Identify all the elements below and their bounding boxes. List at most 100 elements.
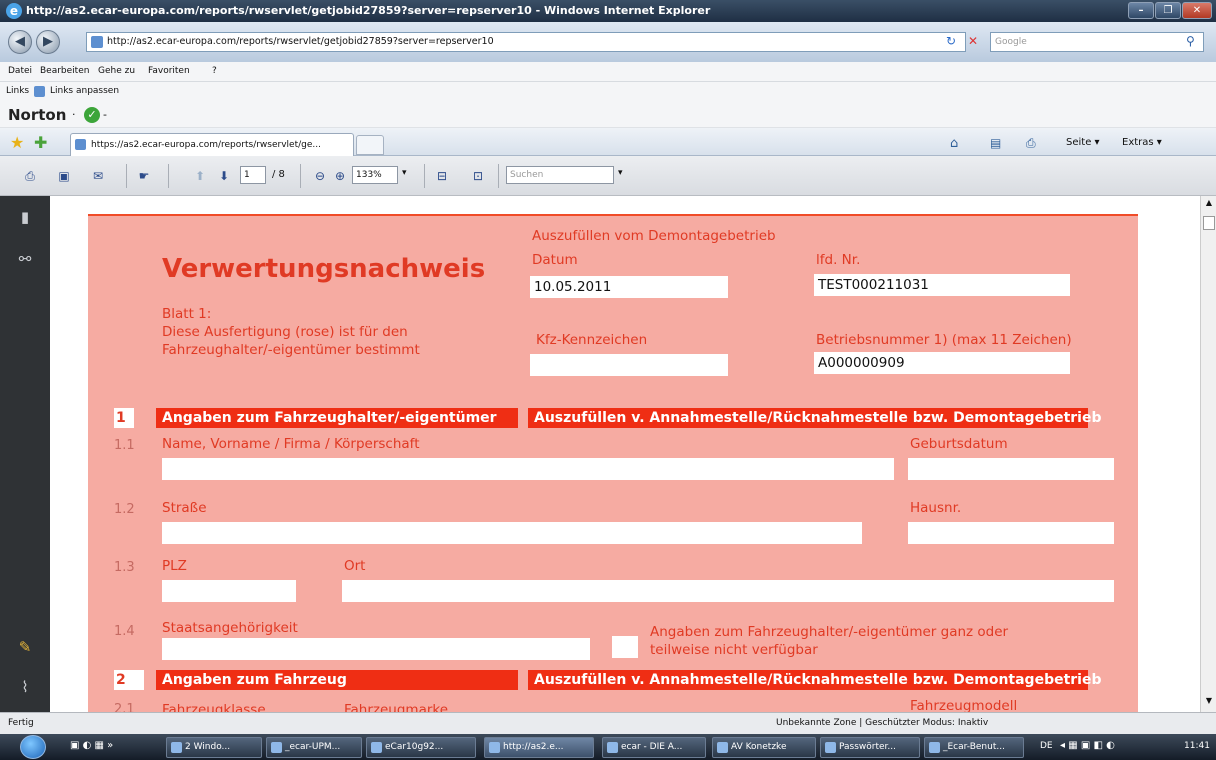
kfz-field[interactable] xyxy=(530,354,728,376)
refresh-icon[interactable]: ↻ xyxy=(946,34,956,48)
links-anpassen[interactable]: Links anpassen xyxy=(50,86,119,96)
section1-title: Angaben zum Fahrzeughalter/-eigentümer xyxy=(156,408,518,428)
datum-field[interactable]: 10.05.2011 xyxy=(530,276,728,298)
tray-icons[interactable]: ◂ ▦ ▣ ◧ ◐ xyxy=(1060,740,1115,751)
clock[interactable]: 11:41 xyxy=(1184,741,1210,751)
ort-field[interactable] xyxy=(342,580,1114,602)
taskbar-item[interactable]: AV Konetzke xyxy=(712,737,816,758)
taskbar-item[interactable]: _ecar-UPM... xyxy=(266,737,362,758)
row-1-1-number: 1.1 xyxy=(114,438,135,453)
search-dropdown-icon[interactable]: ▾ xyxy=(618,168,623,178)
quicklaunch-icons[interactable]: ▣ ◐ ▦ » xyxy=(70,740,113,751)
document-scrollbar[interactable]: ▲ ▼ xyxy=(1200,196,1216,712)
menu-datei[interactable]: Datei xyxy=(8,66,32,76)
norton-check-dropdown-icon[interactable]: - xyxy=(103,108,107,121)
page-menu-label: Seite xyxy=(1066,137,1092,148)
taskbar-item[interactable]: 2 Windo... xyxy=(166,737,262,758)
feeds-icon[interactable]: ▤ xyxy=(990,136,1001,150)
betrieb-field[interactable]: A000000909 xyxy=(814,352,1070,374)
nicht-verfuegbar-checkbox[interactable] xyxy=(612,636,638,658)
row-1-2-number: 1.2 xyxy=(114,502,135,517)
favorites-star-icon[interactable]: ★ xyxy=(10,133,24,152)
hausnr-field[interactable] xyxy=(908,522,1114,544)
previous-page-icon[interactable]: ⬆ xyxy=(192,168,208,184)
print-icon[interactable]: ⎙ xyxy=(1026,136,1036,151)
fit-page-icon[interactable]: ⊡ xyxy=(470,168,486,184)
zoom-select[interactable]: 133% xyxy=(352,166,398,184)
new-tab-button[interactable] xyxy=(356,135,384,155)
scroll-up-button[interactable]: ▲ xyxy=(1203,198,1215,212)
add-favorites-icon[interactable]: ✚ xyxy=(34,133,47,152)
home-icon[interactable]: ⌂ xyxy=(950,136,958,151)
taskbar-item[interactable]: eCar10g92... xyxy=(366,737,476,758)
page-menu[interactable]: Seite ▾ xyxy=(1066,137,1100,148)
tab-title: https://as2.ecar-europa.com/reports/rwse… xyxy=(91,140,321,150)
strasse-label: Straße xyxy=(162,500,207,516)
stop-icon[interactable]: ✕ xyxy=(968,34,978,48)
datum-label: Datum xyxy=(532,252,578,268)
scroll-thumb[interactable] xyxy=(1203,216,1215,230)
row-1-4-number: 1.4 xyxy=(114,624,135,639)
name-field[interactable] xyxy=(162,458,894,480)
toolbar-separator xyxy=(498,164,499,188)
staatsangehoerigkeit-field[interactable] xyxy=(162,638,590,660)
hand-tool-icon[interactable]: ☛ xyxy=(136,168,152,184)
taskbar-item[interactable]: Passwörter... xyxy=(820,737,920,758)
hausnr-label: Hausnr. xyxy=(910,500,962,516)
binoculars-icon[interactable]: ⚯ xyxy=(14,248,36,270)
plz-field[interactable] xyxy=(162,580,296,602)
geburtsdatum-field[interactable] xyxy=(908,458,1114,480)
comment-icon[interactable]: ✎ xyxy=(14,636,36,658)
ie-page-icon xyxy=(34,86,45,97)
sheet-label: Blatt 1: xyxy=(162,306,212,322)
tools-menu[interactable]: Extras ▾ xyxy=(1122,137,1162,148)
taskbar-item[interactable]: _Ecar-Benut... xyxy=(924,737,1024,758)
header-note: Auszufüllen vom Demontagebetrieb xyxy=(532,228,776,244)
fahrzeugmodell-label: Fahrzeugmodell xyxy=(910,698,1018,712)
start-button[interactable] xyxy=(20,735,46,759)
norton-label[interactable]: Norton xyxy=(8,106,66,124)
taskbar-item[interactable]: ecar - DIE A... xyxy=(602,737,706,758)
acrobat-sidebar: ▮ ⚯ ✎ ⌇ xyxy=(0,196,50,712)
tab-current[interactable]: https://as2.ecar-europa.com/reports/rwse… xyxy=(70,133,354,156)
back-button[interactable]: ◀ xyxy=(8,30,32,54)
maximize-button[interactable]: ❐ xyxy=(1155,2,1181,19)
row-2-1-number: 2.1 xyxy=(114,702,135,712)
page-number-input[interactable]: 1 xyxy=(240,166,266,184)
name-label: Name, Vorname / Firma / Körperschaft xyxy=(162,436,420,452)
lfd-field[interactable]: TEST000211031 xyxy=(814,274,1070,296)
zoom-in-icon[interactable]: ⊕ xyxy=(332,168,348,184)
fit-width-icon[interactable]: ⊟ xyxy=(434,168,450,184)
scroll-down-button[interactable]: ▼ xyxy=(1203,696,1215,710)
search-input[interactable]: Google xyxy=(990,32,1204,52)
language-indicator[interactable]: DE xyxy=(1040,741,1053,751)
menu-gehe-zu[interactable]: Gehe zu xyxy=(98,66,135,76)
strasse-field[interactable] xyxy=(162,522,862,544)
search-icon[interactable]: ⚲ xyxy=(1186,34,1195,48)
menu-bearbeiten[interactable]: Bearbeiten xyxy=(40,66,89,76)
attachment-icon[interactable]: ⌇ xyxy=(14,676,36,698)
save-icon[interactable]: ▣ xyxy=(56,168,72,184)
tab-page-icon xyxy=(75,139,86,150)
taskbar-item-active[interactable]: http://as2.e... xyxy=(484,737,594,758)
norton-check-icon[interactable]: ✓ xyxy=(84,107,100,123)
close-button[interactable]: ✕ xyxy=(1182,2,1212,19)
print-icon[interactable]: ⎙ xyxy=(22,168,38,184)
address-bar[interactable]: http://as2.ecar-europa.com/reports/rwser… xyxy=(86,32,966,52)
menu-favoriten[interactable]: Favoriten xyxy=(148,66,190,76)
menu-help[interactable]: ? xyxy=(212,66,217,76)
zoom-dropdown-icon[interactable]: ▾ xyxy=(402,168,407,178)
share-icon[interactable]: ✉ xyxy=(90,168,106,184)
document-viewport: Auszufüllen vom Demontagebetrieb Verwert… xyxy=(50,196,1200,712)
norton-dropdown-icon[interactable]: · xyxy=(72,108,76,121)
sheet-desc-1: Diese Ausfertigung (rose) ist für den xyxy=(162,324,408,340)
zoom-out-icon[interactable]: ⊖ xyxy=(312,168,328,184)
window-title: http://as2.ecar-europa.com/reports/rwser… xyxy=(26,4,711,17)
next-page-icon[interactable]: ⬇ xyxy=(216,168,232,184)
ort-label: Ort xyxy=(344,558,366,574)
pages-icon[interactable]: ▮ xyxy=(14,206,36,228)
minimize-button[interactable]: – xyxy=(1128,2,1154,19)
status-zone: Unbekannte Zone | Geschützter Modus: Ina… xyxy=(776,718,989,728)
acrobat-search-input[interactable]: Suchen xyxy=(506,166,614,184)
forward-button[interactable]: ▶ xyxy=(36,30,60,54)
